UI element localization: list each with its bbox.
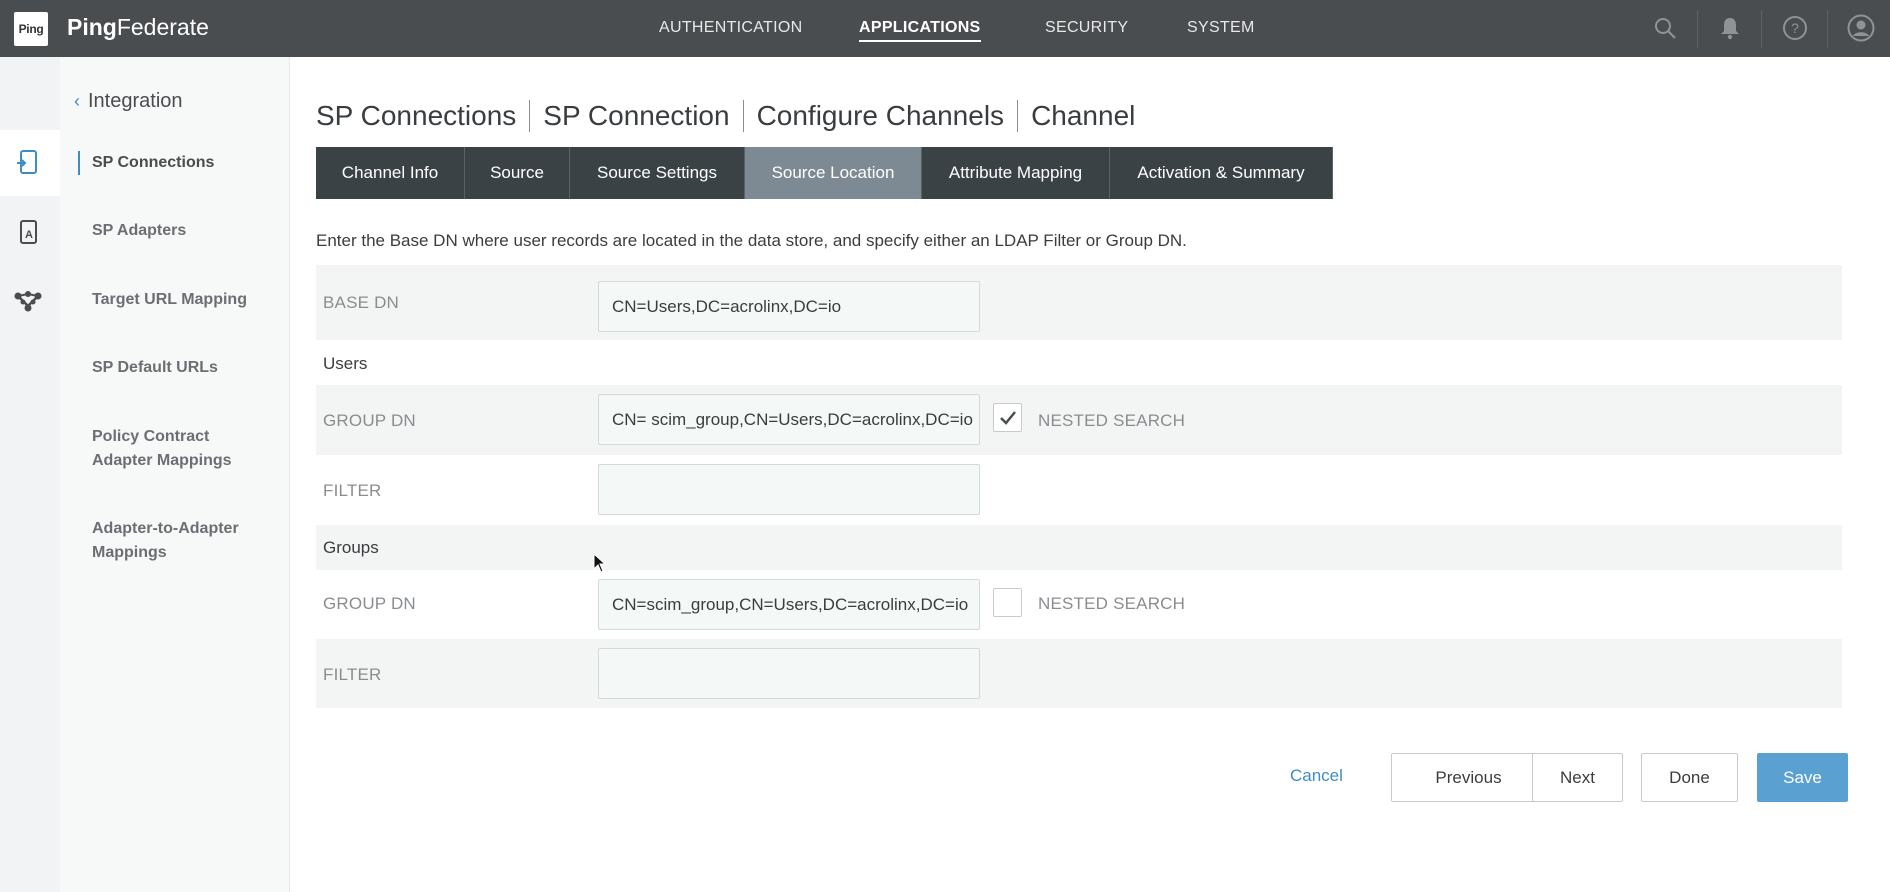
bell-icon[interactable] xyxy=(1716,14,1744,42)
users-section-label: Users xyxy=(323,354,368,373)
instructions-text: Enter the Base DN where user records are… xyxy=(316,231,1187,250)
sidebar-item-policy-contract-adapter-mappings[interactable]: Policy Contract Adapter Mappings xyxy=(92,425,262,473)
base-dn-label: BASE DN xyxy=(323,293,400,312)
groups-filter-row: FILTER xyxy=(316,639,1842,708)
breadcrumb-separator xyxy=(742,100,744,132)
user-icon[interactable] xyxy=(1847,14,1875,42)
checkmark-icon xyxy=(999,410,1016,425)
breadcrumb-separator xyxy=(1017,100,1019,132)
users-group-dn-input[interactable]: CN= scim_group,CN=Users,DC=acrolinx,DC=i… xyxy=(598,394,980,445)
previous-button[interactable]: Previous xyxy=(1391,753,1546,802)
top-bar: Ping PingFederate AUTHENTICATION APPLICA… xyxy=(0,0,1890,57)
breadcrumb-configure-channels[interactable]: Configure Channels xyxy=(757,100,1005,132)
wizard-tabs: Channel Info Source Source Settings Sour… xyxy=(316,147,1333,199)
svg-text:?: ? xyxy=(1791,20,1799,36)
breadcrumb-sp-connections[interactable]: SP Connections xyxy=(316,100,516,132)
next-button[interactable]: Next xyxy=(1532,753,1623,802)
sidebar-item-target-url-mapping[interactable]: Target URL Mapping xyxy=(92,288,282,312)
breadcrumb-sp-connection[interactable]: SP Connection xyxy=(543,100,729,132)
sidebar-back-integration[interactable]: ‹ Integration xyxy=(74,90,183,113)
users-nested-search-label: NESTED SEARCH xyxy=(1038,411,1186,430)
divider xyxy=(1761,10,1762,48)
done-button[interactable]: Done xyxy=(1641,753,1738,802)
groups-filter-input[interactable] xyxy=(598,648,980,699)
sidebar-item-sp-adapters[interactable]: SP Adapters xyxy=(92,219,282,243)
groups-group-dn-row: GROUP DN CN=scim_group,CN=Users,DC=acrol… xyxy=(316,570,1842,639)
users-group-dn-label: GROUP DN xyxy=(323,411,416,430)
users-section-row: Users xyxy=(316,340,1842,385)
breadcrumb-separator xyxy=(529,100,531,132)
base-dn-input[interactable]: CN=Users,DC=acrolinx,DC=io xyxy=(598,281,980,332)
divider xyxy=(1827,10,1828,48)
nav-authentication[interactable]: AUTHENTICATION xyxy=(659,19,802,37)
groups-nested-search-checkbox[interactable] xyxy=(993,588,1022,617)
sidebar: ‹ Integration SP Connections SP Adapters… xyxy=(60,57,290,892)
logo-text: Ping xyxy=(18,22,44,36)
help-icon[interactable]: ? xyxy=(1781,14,1809,42)
breadcrumb-channel: Channel xyxy=(1031,100,1136,131)
users-nested-search-checkbox[interactable] xyxy=(993,403,1022,432)
search-icon[interactable] xyxy=(1651,14,1679,42)
network-icon[interactable] xyxy=(13,288,43,318)
nav-system[interactable]: SYSTEM xyxy=(1187,19,1255,37)
tab-channel-info[interactable]: Channel Info xyxy=(316,147,465,199)
tab-attribute-mapping[interactable]: Attribute Mapping xyxy=(922,147,1110,199)
tab-source[interactable]: Source xyxy=(465,147,570,199)
groups-group-dn-input[interactable]: CN=scim_group,CN=Users,DC=acrolinx,DC=io xyxy=(598,579,980,630)
mouse-cursor-icon xyxy=(593,552,607,578)
tab-source-location[interactable]: Source Location xyxy=(745,147,922,199)
groups-filter-label: FILTER xyxy=(323,665,382,684)
sidebar-item-sp-default-urls[interactable]: SP Default URLs xyxy=(92,356,282,380)
groups-group-dn-label: GROUP DN xyxy=(323,594,416,613)
nav-applications[interactable]: APPLICATIONS xyxy=(859,19,981,42)
sidebar-item-adapter-to-adapter-mappings[interactable]: Adapter-to-Adapter Mappings xyxy=(92,517,262,565)
product-name: PingFederate xyxy=(67,14,209,40)
users-filter-input[interactable] xyxy=(598,464,980,515)
nav-security[interactable]: SECURITY xyxy=(1045,19,1128,37)
cancel-button[interactable]: Cancel xyxy=(1290,766,1343,786)
users-filter-label: FILTER xyxy=(323,481,382,500)
chevron-left-icon: ‹ xyxy=(74,91,80,111)
users-filter-row: FILTER xyxy=(316,455,1842,525)
groups-section-label: Groups xyxy=(323,538,379,557)
active-marker xyxy=(78,151,80,175)
groups-section-row: Groups xyxy=(316,525,1842,570)
breadcrumb: SP Connections SP Connection Configure C… xyxy=(316,100,1135,132)
base-dn-row: BASE DN CN=Users,DC=acrolinx,DC=io xyxy=(316,265,1842,340)
sidebar-header-label: Integration xyxy=(88,90,183,112)
users-group-dn-row: GROUP DN CN= scim_group,CN=Users,DC=acro… xyxy=(316,385,1842,455)
save-button[interactable]: Save xyxy=(1757,753,1848,802)
icon-rail: A xyxy=(0,57,60,892)
groups-nested-search-label: NESTED SEARCH xyxy=(1038,594,1186,613)
adapter-icon[interactable]: A xyxy=(13,218,43,248)
ping-logo[interactable]: Ping xyxy=(14,12,48,46)
svg-text:A: A xyxy=(25,229,33,241)
tab-activation-summary[interactable]: Activation & Summary xyxy=(1110,147,1333,199)
sp-connection-icon[interactable] xyxy=(13,148,43,178)
sidebar-item-sp-connections[interactable]: SP Connections xyxy=(92,151,282,175)
tab-source-settings[interactable]: Source Settings xyxy=(570,147,745,199)
divider xyxy=(1697,10,1698,48)
